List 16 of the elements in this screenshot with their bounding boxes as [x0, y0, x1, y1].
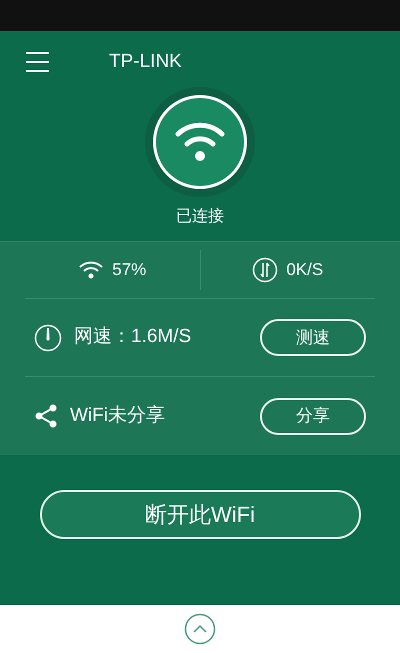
speed-test-button[interactable]: 测速 — [260, 319, 366, 356]
stat-value: 57% — [112, 259, 146, 282]
arrows-circle-icon — [252, 257, 278, 283]
row-label: WiFi未分享 — [70, 404, 166, 428]
speedometer-icon — [34, 324, 62, 352]
signal-icon — [78, 260, 104, 280]
share-icon — [34, 403, 58, 429]
app-title: TP-LINK — [109, 50, 182, 74]
menu-icon[interactable] — [26, 52, 49, 72]
disconnect-button[interactable]: 断开此WiFi — [40, 490, 360, 539]
stat-value: 0K/S — [286, 259, 324, 282]
wifi-status-icon — [153, 95, 247, 189]
expand-up-icon[interactable] — [184, 613, 216, 645]
share-button[interactable]: 分享 — [260, 398, 366, 434]
row-label: 网速：1.6M/S — [74, 325, 192, 350]
connection-status: 已连接 — [176, 206, 224, 227]
